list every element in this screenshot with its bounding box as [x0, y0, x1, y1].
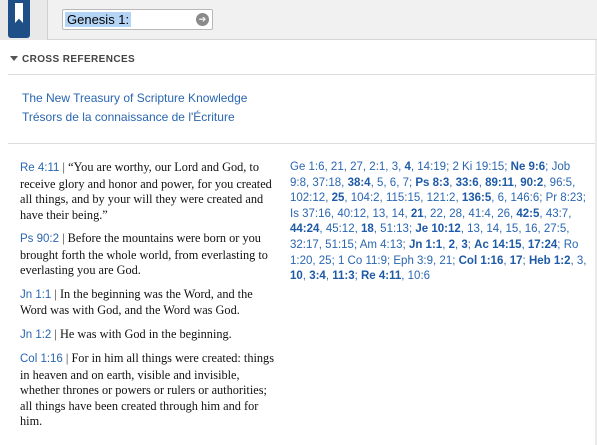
cross-ref-link[interactable]: Ps 8:3	[415, 177, 449, 189]
verse-ref-link[interactable]: Col 1:16	[20, 353, 63, 365]
cross-ref-link[interactable]: 16	[525, 223, 538, 235]
cross-ref-link[interactable]: 121:2	[427, 192, 456, 204]
divider	[8, 74, 597, 75]
cross-ref-link[interactable]: 21	[439, 255, 452, 267]
cross-ref-link[interactable]: 14	[392, 208, 405, 220]
cross-ref-link[interactable]: Pr 8:23	[546, 192, 583, 204]
verse-entry: Jn 1:1 | In the beginning was the Word, …	[20, 286, 253, 318]
cross-ref-link[interactable]: 51:13	[380, 223, 409, 235]
cross-ref-link[interactable]: 38:4	[348, 177, 371, 189]
cross-ref-link[interactable]: 32:17	[290, 239, 319, 251]
cross-ref-link[interactable]: Eph 3:9	[393, 255, 433, 267]
cross-ref-link[interactable]: 42:5	[516, 208, 539, 220]
cross-reference-list: Ge 1:6, 21, 27, 2:1, 3, 4, 14:19; 2 Ki 1…	[290, 160, 590, 285]
cross-ref-link[interactable]: 13	[372, 208, 385, 220]
cross-ref-link[interactable]: Ro	[564, 239, 579, 251]
toolbar: ➔	[0, 0, 597, 40]
cross-ref-link[interactable]: 44:24	[290, 223, 319, 235]
cross-ref-link[interactable]: Am 4:13	[360, 239, 403, 251]
cross-ref-link[interactable]: 102:12	[290, 192, 325, 204]
cross-ref-link[interactable]: 13	[467, 223, 480, 235]
verse-entry: Re 4:11 | “You are worthy, our Lord and …	[20, 160, 272, 222]
cross-ref-link[interactable]: 40:12	[337, 208, 366, 220]
cross-ref-link[interactable]: 25	[319, 255, 332, 267]
cross-ref-link[interactable]: Jn 1:1	[409, 239, 442, 251]
cross-ref-link[interactable]: 15	[506, 223, 519, 235]
cross-ref-link[interactable]: 1 Co 11:9	[338, 255, 387, 267]
cross-ref-link[interactable]: 104:2	[351, 192, 380, 204]
separator: ,	[583, 254, 587, 267]
bookmark-icon[interactable]	[8, 0, 30, 38]
resource-link-tsk[interactable]: The New Treasury of Scripture Knowledge	[22, 91, 247, 105]
cross-ref-link[interactable]: Col 1:16	[459, 255, 504, 267]
cross-ref-link[interactable]: 96:5	[550, 177, 572, 189]
cross-ref-link[interactable]: 14	[486, 223, 499, 235]
verse-ref-link[interactable]: Jn 1:1	[20, 289, 51, 301]
cross-ref-link[interactable]: 146:6	[510, 192, 539, 204]
separator: ;	[582, 192, 586, 205]
cross-ref-link[interactable]: 17:24	[528, 239, 557, 251]
verse-entry: Col 1:16 | For in him all things were cr…	[20, 351, 274, 428]
verse-ref-link[interactable]: Re 4:11	[20, 162, 59, 174]
cross-ref-link[interactable]: 45:12	[326, 223, 355, 235]
separator: ,	[572, 176, 576, 189]
cross-ref-link[interactable]: 11:3	[332, 270, 354, 282]
reference-box[interactable]: ➔	[62, 9, 213, 30]
cross-ref-link[interactable]: 25	[332, 192, 345, 204]
cross-ref-link[interactable]: Ge 1:6	[290, 161, 325, 173]
cross-ref-link[interactable]: Ac 14:15	[474, 239, 521, 251]
cross-ref-link[interactable]: 27:5	[544, 223, 566, 235]
cross-ref-link[interactable]: 90:2	[520, 177, 543, 189]
cross-ref-link[interactable]: 26	[497, 208, 510, 220]
cross-ref-link[interactable]: 37:18	[312, 177, 341, 189]
library-tab[interactable]	[0, 0, 48, 40]
verse-text: He was with God in the beginning.	[59, 326, 232, 341]
cross-ref-link[interactable]: 10:6	[408, 270, 430, 282]
cross-ref-link[interactable]: Re 4:11	[361, 270, 401, 282]
verse-ref-link[interactable]: Ps 90:2	[20, 233, 59, 245]
verse-entry: Ps 90:2 | Before the mountains were born…	[20, 231, 268, 277]
cross-ref-link[interactable]: Ne 9:6	[511, 161, 546, 173]
divider	[8, 143, 597, 144]
cross-ref-link[interactable]: 27	[350, 161, 363, 173]
section-title: CROSS REFERENCES	[22, 54, 136, 65]
cross-ref-link[interactable]: Je 10:12	[415, 223, 460, 235]
cross-ref-link[interactable]: 28	[449, 208, 462, 220]
cross-ref-link[interactable]: 41:4	[468, 208, 490, 220]
cross-ref-link[interactable]: 18	[361, 223, 374, 235]
verse-entry: Jn 1:2 | He was with God in the beginnin…	[20, 326, 232, 341]
cross-ref-link[interactable]: 1:20	[290, 255, 312, 267]
cross-ref-link[interactable]: 21	[331, 161, 344, 173]
cross-ref-link[interactable]: 43:7	[546, 208, 568, 220]
cross-ref-link[interactable]: 136:5	[462, 192, 491, 204]
cross-ref-link[interactable]: 10	[290, 270, 303, 282]
separator: ,	[566, 223, 570, 236]
arrow-right-icon[interactable]: ➔	[196, 13, 209, 26]
cross-ref-link[interactable]: 2 Ki 19:15	[452, 161, 504, 173]
cross-ref-link[interactable]: 22	[430, 208, 443, 220]
verse-ref-link[interactable]: Jn 1:2	[20, 329, 51, 341]
cross-ref-link[interactable]: 33:6	[456, 177, 479, 189]
cross-ref-link[interactable]: 3:4	[309, 270, 326, 282]
cross-ref-link[interactable]: 89:11	[485, 177, 514, 189]
cross-ref-link[interactable]: 14:19	[417, 161, 446, 173]
cross-ref-link[interactable]: 17	[510, 255, 523, 267]
collapse-triangle-icon[interactable]	[10, 56, 18, 61]
cross-ref-link[interactable]: 2:1	[369, 161, 385, 173]
cross-ref-link[interactable]: 115:15	[386, 192, 420, 204]
cross-ref-link[interactable]: Is 37:16	[290, 208, 331, 220]
cross-ref-link[interactable]: 51:15	[325, 239, 354, 251]
cross-ref-link[interactable]: Heb 1:2	[529, 255, 571, 267]
cross-references-header[interactable]: CROSS REFERENCES	[0, 48, 597, 72]
separator: ,	[568, 207, 572, 220]
verse-list: Re 4:11 | “You are worthy, our Lord and …	[20, 160, 282, 438]
cross-ref-link[interactable]: 21	[411, 208, 424, 220]
resource-link-tresors[interactable]: Trésors de la connaissance de l'Écriture	[22, 110, 235, 124]
reference-input[interactable]	[65, 12, 131, 27]
